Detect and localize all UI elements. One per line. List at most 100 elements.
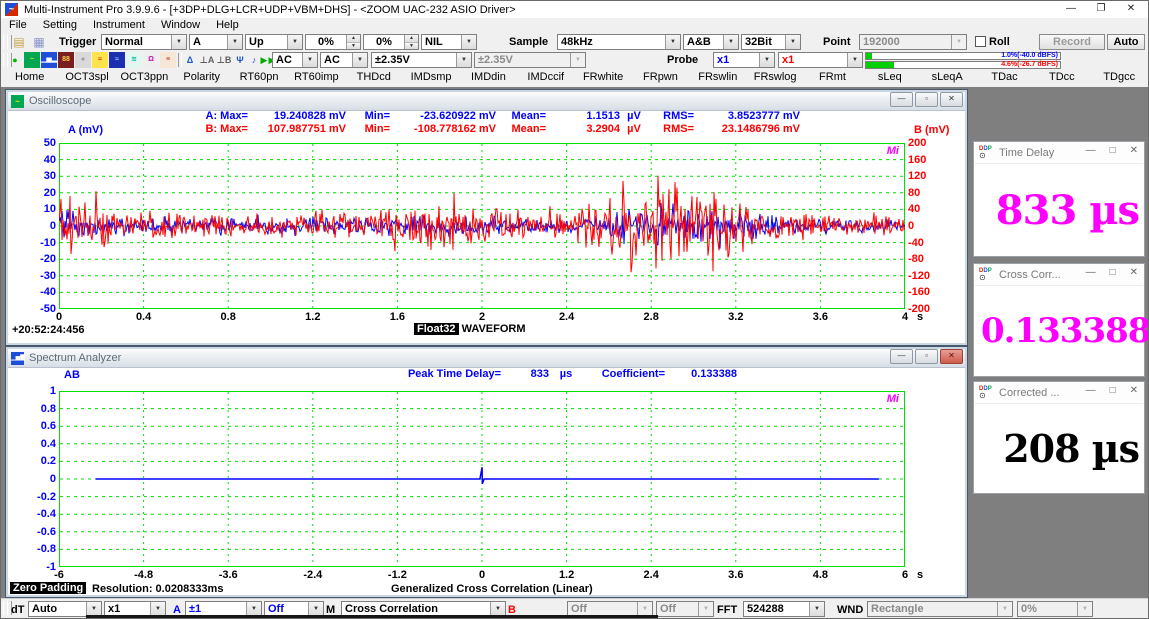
chevron-down-icon[interactable]: ▼ <box>997 602 1012 616</box>
trigger-source-combo[interactable]: A▼ <box>189 34 243 50</box>
chevron-down-icon[interactable]: ▼ <box>785 35 800 49</box>
chevron-down-icon[interactable]: ▼ <box>461 35 476 49</box>
zero-calibration-a-icon[interactable]: ⊥A <box>199 52 215 68</box>
chevron-down-icon[interactable]: ▼ <box>246 602 261 616</box>
trigger-edge-combo[interactable]: Up▼ <box>245 34 303 50</box>
tab-tdgcc[interactable]: TDgcc <box>1091 69 1148 87</box>
probe-a-combo[interactable]: x1▼ <box>713 52 775 68</box>
trigger-hpf-combo[interactable]: NIL▼ <box>421 34 477 50</box>
child-minimize-button[interactable]: — <box>890 92 913 107</box>
chevron-down-icon[interactable]: ▼ <box>86 602 101 616</box>
tab-frswlin[interactable]: FRswlin <box>689 69 746 87</box>
chevron-down-icon[interactable]: ▼ <box>570 53 585 67</box>
tab-sleqa[interactable]: sLeqA <box>919 69 976 87</box>
range-a-combo[interactable]: ±2.35V▼ <box>371 52 472 68</box>
sampling-bits-combo[interactable]: 32Bit▼ <box>741 34 801 50</box>
panel-close-button[interactable]: ✕ <box>1130 385 1138 396</box>
menu-item-file[interactable]: File <box>1 18 35 33</box>
spectrum-3d-plot-icon[interactable]: ● <box>75 52 91 68</box>
auto-button[interactable]: Auto <box>1107 34 1145 50</box>
menu-item-help[interactable]: Help <box>208 18 247 33</box>
multimeter-icon[interactable]: 88 <box>58 52 74 68</box>
lcr-meter-icon[interactable]: ≡ <box>160 52 176 68</box>
menu-item-instrument[interactable]: Instrument <box>85 18 153 33</box>
chevron-down-icon[interactable]: ▼ <box>1077 602 1092 616</box>
vibrometer-icon[interactable]: ≋ <box>126 52 142 68</box>
child-window-title-bar[interactable]: ▁▅▇Spectrum Analyzer <box>8 349 965 368</box>
tab-tdac[interactable]: TDac <box>976 69 1033 87</box>
tab-frwhite[interactable]: FRwhite <box>574 69 631 87</box>
data-logger-icon[interactable]: ≈ <box>92 52 108 68</box>
chevron-down-icon[interactable]: ▼ <box>150 602 165 616</box>
chevron-down-icon[interactable]: ▼ <box>847 53 862 67</box>
tab-imdccif[interactable]: IMDccif <box>517 69 574 87</box>
tab-rt60imp[interactable]: RT60imp <box>288 69 345 87</box>
sampling-channels-combo[interactable]: A&B▼ <box>683 34 739 50</box>
chevron-down-icon[interactable]: ▼ <box>809 602 824 616</box>
trigger-mode-combo[interactable]: Normal▼ <box>101 34 187 50</box>
chevron-down-icon[interactable]: ▼ <box>665 35 680 49</box>
chevron-down-icon[interactable]: ▼ <box>698 602 713 616</box>
chevron-down-icon[interactable]: ▼ <box>490 602 505 616</box>
chevron-down-icon[interactable]: ▼ <box>171 35 186 49</box>
child-restore-button[interactable]: ▫ <box>915 92 938 107</box>
trigger-delay-spinner[interactable]: 0%▲▼ <box>363 34 419 50</box>
chevron-down-icon[interactable]: ▼ <box>287 35 302 49</box>
spin-down-icon[interactable]: ▼ <box>347 43 360 50</box>
probe-b-combo[interactable]: x1▼ <box>778 52 863 68</box>
panel-restore-button[interactable]: □ <box>1110 267 1116 278</box>
panel-close-button[interactable]: ✕ <box>1130 267 1138 278</box>
trigger-level-spinner-steppers[interactable]: ▲▼ <box>346 35 360 49</box>
maximize-button[interactable]: ❐ <box>1086 1 1116 18</box>
device-test-plan-icon[interactable]: Δ <box>182 52 198 68</box>
tab-frswlog[interactable]: FRswlog <box>746 69 803 87</box>
menu-item-window[interactable]: Window <box>153 18 208 33</box>
chevron-down-icon[interactable]: ▼ <box>308 602 323 616</box>
chevron-down-icon[interactable]: ▼ <box>951 35 966 49</box>
tab-thdcd[interactable]: THDcd <box>345 69 402 87</box>
chevron-down-icon[interactable]: ▼ <box>637 602 652 616</box>
sample-rate-combo[interactable]: 48kHz▼ <box>557 34 681 50</box>
tab-oct3ppn[interactable]: OCT3ppn <box>116 69 173 87</box>
window-function-combo[interactable]: Rectangle▼ <box>867 601 1013 617</box>
panel-close-button[interactable]: ✕ <box>1130 145 1138 156</box>
trigger-level-spinner[interactable]: 0%▲▼ <box>305 34 361 50</box>
spin-up-icon[interactable]: ▲ <box>405 35 418 43</box>
panel-minimize-button[interactable]: — <box>1086 267 1096 278</box>
chevron-down-icon[interactable]: ▼ <box>723 35 738 49</box>
run-status-icon[interactable]: ● <box>7 52 23 68</box>
open-file-icon[interactable]: ▤ <box>11 34 27 50</box>
tab-imdsmp[interactable]: IMDsmp <box>402 69 459 87</box>
coupling-b-combo[interactable]: AC▼ <box>320 52 368 68</box>
panel-restore-button[interactable]: □ <box>1110 145 1116 156</box>
ddp-viewer-icon[interactable]: ≈ <box>109 52 125 68</box>
child-window-title-bar[interactable]: ~Oscilloscope <box>8 92 965 111</box>
panel-minimize-button[interactable]: — <box>1086 385 1096 396</box>
chevron-down-icon[interactable]: ▼ <box>456 53 471 67</box>
panel-restore-button[interactable]: □ <box>1110 385 1116 396</box>
chevron-down-icon[interactable]: ▼ <box>759 53 774 67</box>
panel-minimize-button[interactable]: — <box>1086 145 1096 156</box>
trigger-delay-spinner-steppers[interactable]: ▲▼ <box>404 35 418 49</box>
tab-home[interactable]: Home <box>1 69 58 87</box>
record-button[interactable]: Record <box>1039 34 1105 50</box>
tab-tdcc[interactable]: TDcc <box>1033 69 1090 87</box>
close-button[interactable]: ✕ <box>1116 1 1146 18</box>
overlap-combo[interactable]: 0%▼ <box>1017 601 1093 617</box>
minimize-button[interactable]: — <box>1056 1 1086 18</box>
tab-oct3spl[interactable]: OCT3spl <box>58 69 115 87</box>
udp-dmm-icon[interactable]: Ω <box>143 52 159 68</box>
function-b2-combo[interactable]: Off▼ <box>656 601 714 617</box>
child-close-button[interactable]: ✕ <box>940 349 963 364</box>
spin-down-icon[interactable]: ▼ <box>405 43 418 50</box>
spectrum-analyzer-icon[interactable]: ▁▅▂▇ <box>41 52 57 68</box>
chevron-down-icon[interactable]: ▼ <box>352 53 367 67</box>
zero-calibration-b-icon[interactable]: ⊥B <box>216 52 232 68</box>
menu-item-setting[interactable]: Setting <box>35 18 85 33</box>
oscilloscope-icon[interactable]: ~ <box>24 52 40 68</box>
range-b-combo[interactable]: ±2.35V▼ <box>474 52 586 68</box>
child-minimize-button[interactable]: — <box>890 349 913 364</box>
coupling-a-combo[interactable]: AC▼ <box>272 52 318 68</box>
chevron-down-icon[interactable]: ▼ <box>227 35 242 49</box>
chevron-down-icon[interactable]: ▼ <box>302 53 317 67</box>
